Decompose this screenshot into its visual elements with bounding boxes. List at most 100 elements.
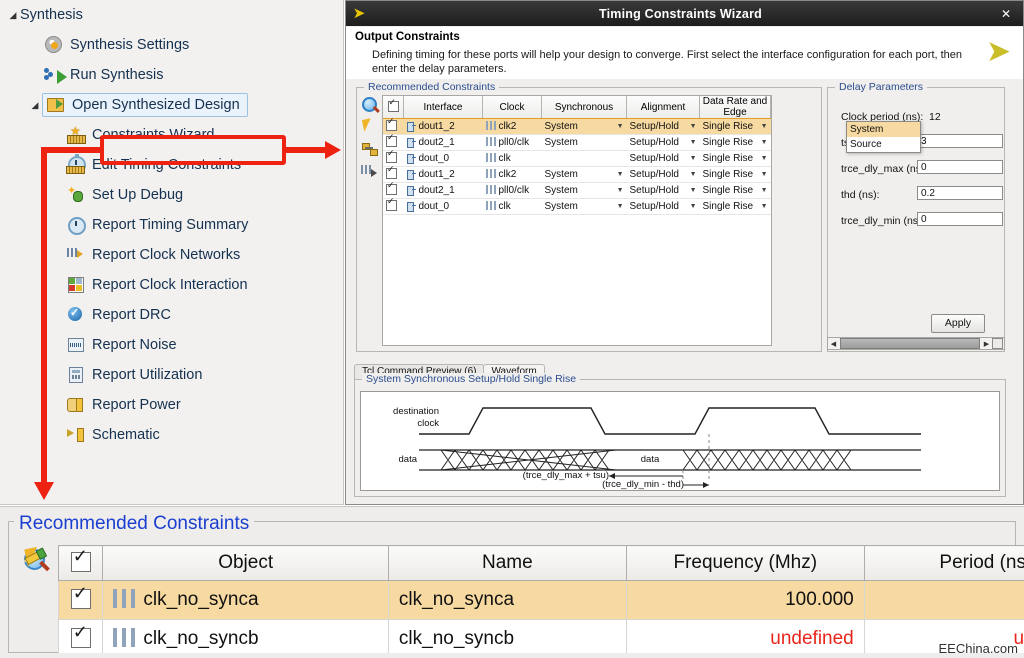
chevron-down-icon[interactable]: ▼ [761,123,768,130]
thd-input[interactable]: 0.2 [917,186,1003,200]
cell-alignment[interactable]: Setup/Hold ▼ [626,198,700,215]
tree-item-schematic[interactable]: Schematic [0,420,343,450]
close-icon[interactable]: ✕ [989,7,1023,21]
row-checkbox[interactable] [70,623,91,648]
chevron-down-icon[interactable]: ▼ [617,187,624,194]
chevron-down-icon[interactable]: ▼ [690,139,697,146]
chevron-down-icon[interactable]: ▼ [761,187,768,194]
scroll-right-icon[interactable]: ▶ [981,340,992,348]
tree-item-synthesis-settings[interactable]: Synthesis Settings [0,30,343,60]
scroll-corner-box[interactable] [992,338,1003,349]
header-clock[interactable]: Clock [482,96,542,119]
header-alignment[interactable]: Alignment [626,96,700,119]
chevron-down-icon[interactable]: ▼ [690,171,697,178]
tree-item-report-drc[interactable]: Report DRC [0,300,343,330]
chevron-down-icon[interactable]: ▼ [690,123,697,130]
header-interface[interactable]: Interface [403,96,483,119]
tree-item-report-noise[interactable]: Report Noise [0,330,343,360]
chevron-down-icon[interactable]: ▼ [617,171,624,178]
table-row[interactable]: dout_0 clk System ▼ Setup/Hold ▼ Single Ri… [383,197,771,215]
row-checkbox[interactable] [386,181,397,195]
tree-item-report-timing-summary[interactable]: Report Timing Summary [0,210,343,240]
scroll-left-icon[interactable]: ◀ [828,340,839,348]
cell-synchronous[interactable]: System ▼ [541,198,627,215]
cell-alignment[interactable]: Setup/Hold ▼ [626,182,700,199]
chevron-down-icon[interactable]: ▼ [690,187,697,194]
cell-alignment[interactable]: Setup/Hold ▼ [626,150,700,167]
cell-data-rate[interactable]: Single Rise ▼ [699,182,771,199]
constraints-results-table[interactable]: Object Name Frequency (Mhz) Period (ns) … [58,545,1024,653]
cell-synchronous[interactable]: System ▼ [541,118,627,135]
header-name[interactable]: Name [387,545,627,581]
tree-item-set-up-debug[interactable]: ✦ Set Up Debug [0,180,343,210]
row-checkbox[interactable] [386,197,397,211]
row-checkbox[interactable] [386,133,397,147]
chevron-down-icon[interactable]: ▼ [617,203,624,210]
chevron-down-icon[interactable]: ▼ [761,139,768,146]
tsu-input[interactable]: 3 [917,134,1003,148]
tree-item-report-clock-interaction[interactable]: Report Clock Interaction [0,270,343,300]
row-checkbox-cell[interactable] [58,619,104,653]
table-row[interactable]: dout1_2 clk2 System ▼ Setup/Hold ▼ Single … [383,165,771,183]
dropdown-option-system[interactable]: System [847,122,920,137]
cell-alignment[interactable]: Setup/Hold ▼ [626,118,700,135]
chevron-down-icon[interactable]: ▼ [617,123,624,130]
tree-item-synthesis[interactable]: ◢ Synthesis [0,0,343,30]
chevron-down-icon[interactable]: ▼ [761,203,768,210]
row-checkbox[interactable] [386,117,397,131]
chevron-down-icon[interactable]: ▼ [761,171,768,178]
cell-data-rate[interactable]: Single Rise ▼ [699,166,771,183]
table-row[interactable]: dout_0 clk System Setup/Hold ▼ Single Ris… [383,149,771,167]
row-checkbox[interactable] [386,165,397,179]
select-all-checkbox[interactable] [387,98,399,112]
scrollbar-thumb[interactable] [840,338,980,349]
trce-dly-max-input[interactable]: 0 [917,160,1003,174]
cell-alignment[interactable]: Setup/Hold ▼ [626,134,700,151]
tree-item-report-clock-networks[interactable]: Report Clock Networks [0,240,343,270]
cell-alignment[interactable]: Setup/Hold ▼ [626,166,700,183]
header-select-all[interactable] [58,545,104,581]
row-checkbox[interactable] [386,149,397,163]
table-row[interactable]: dout1_2 clk2 System ▼ Setup/Hold ▼ Single … [383,117,771,135]
tree-item-open-synthesized-design[interactable]: ◢ Open Synthesized Design [0,90,343,120]
row-checkbox-cell[interactable] [58,580,104,620]
cell-synchronous[interactable]: System ▼ [541,166,627,183]
row-checkbox[interactable] [70,584,91,609]
cell-data-rate[interactable]: Single Rise ▼ [699,150,771,167]
row-checkbox-cell[interactable] [383,197,404,215]
chevron-down-icon[interactable]: ▼ [690,155,697,162]
cell-synchronous[interactable]: System ▼ [541,182,627,199]
twisty-open-design-icon[interactable]: ◢ [28,100,42,111]
table-row[interactable]: dout2_1 pll0/clk System ▼ Setup/Hold ▼ Sin… [383,181,771,199]
cell-synchronous[interactable]: System [541,134,627,151]
tree-item-report-utilization[interactable]: Report Utilization [0,360,343,390]
select-cursor-icon[interactable] [360,118,380,138]
table-row[interactable]: dout2_1 pll0/clk System Setup/Hold ▼ Sing… [383,133,771,151]
table-row[interactable]: clk_no_syncb clk_no_syncb undefined unde… [58,619,1024,653]
apply-button[interactable]: Apply [931,314,985,333]
header-frequency[interactable]: Frequency (Mhz) [625,545,865,581]
cell-data-rate[interactable]: Single Rise ▼ [699,118,771,135]
select-all-checkbox[interactable] [70,547,91,572]
header-synchronous[interactable]: Synchronous [541,96,627,119]
table-row[interactable]: clk_no_synca clk_no_synca 100.000 10.000 [58,580,1024,620]
header-object[interactable]: Object [102,545,389,581]
tree-item-report-power[interactable]: Report Power [0,390,343,420]
horizontal-scrollbar[interactable]: ◀ ▶ [827,337,1005,350]
output-constraints-table[interactable]: Interface Clock Synchronous Alignment Da… [382,95,772,346]
cell-synchronous[interactable]: System [541,150,627,167]
cell-data-rate[interactable]: Single Rise ▼ [699,198,771,215]
header-period[interactable]: Period (ns) [863,545,1024,581]
search-icon[interactable] [360,96,380,116]
dropdown-option-source[interactable]: Source [847,137,920,152]
chevron-down-icon[interactable]: ▼ [690,203,697,210]
header-data-rate-and-edge[interactable]: Data Rate and Edge [699,96,771,119]
constraint-clamp-icon[interactable] [360,140,380,160]
chevron-down-icon[interactable]: ▼ [761,155,768,162]
synchronous-dropdown-popup[interactable]: System Source [846,121,921,153]
cell-data-rate[interactable]: Single Rise ▼ [699,134,771,151]
trce-dly-min-input[interactable]: 0 [917,212,1003,226]
twisty-synthesis-icon[interactable]: ◢ [6,10,20,21]
clock-network-tool-icon[interactable] [360,162,380,182]
tree-item-run-synthesis[interactable]: Run Synthesis [0,60,343,90]
